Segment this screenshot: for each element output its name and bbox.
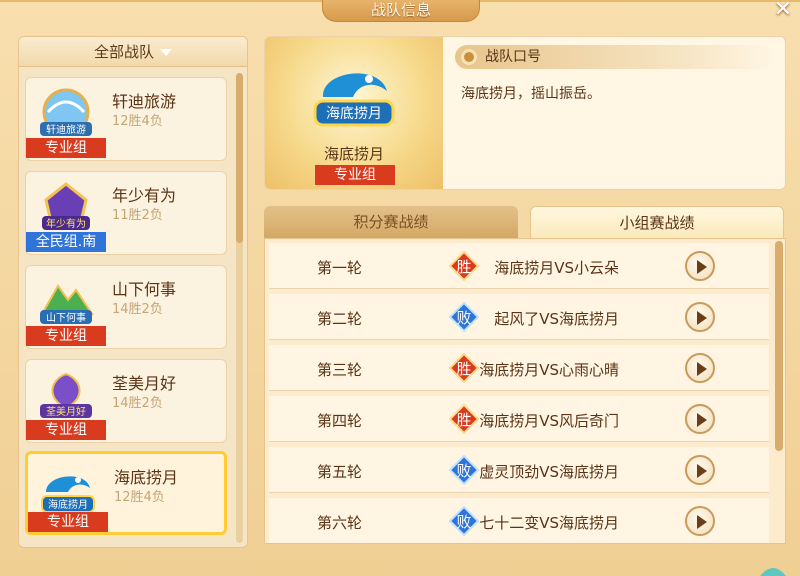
close-icon[interactable]: ✕	[772, 0, 794, 22]
spiral-icon	[461, 49, 477, 65]
svg-text:荃美月好: 荃美月好	[46, 405, 86, 418]
selected-team-panel: 海底捞月 海底捞月 专业组 战队口号 海底捞月，摇山振岳。	[264, 36, 786, 190]
match-teams: 虚灵顶劲VS海底捞月	[479, 463, 619, 481]
match-list: 第一轮 胜 海底捞月VS小云朵 第二轮 败 起风了VS海底捞月 第三轮 胜 海底…	[264, 238, 786, 544]
group-tag: 专业组	[28, 512, 108, 532]
team-emblem-icon: 山下何事	[40, 284, 94, 324]
svg-text:败: 败	[456, 462, 471, 480]
team-name: 年少有为	[112, 186, 177, 205]
match-row: 第四轮 胜 海底捞月VS风后奇门	[269, 396, 769, 442]
team-card[interactable]: 荃美月好 荃美月好 14胜2负 专业组	[25, 359, 227, 443]
slogan-header: 战队口号	[455, 45, 775, 69]
svg-text:败: 败	[456, 513, 471, 531]
team-filter-dropdown[interactable]: 全部战队	[19, 37, 247, 67]
team-card[interactable]: 年少有为 年少有为 11胜2负 全民组.南	[25, 171, 227, 255]
loss-badge-icon: 败	[449, 455, 479, 485]
chevron-down-icon	[160, 49, 172, 56]
play-replay-button[interactable]	[685, 251, 715, 281]
match-row: 第五轮 败 虚灵顶劲VS海底捞月	[269, 447, 769, 493]
team-info-window: 战队信息 ✕ 全部战队 轩迪旅游 轩迪旅游 12胜4负 专业组 年少有为 年少有…	[0, 0, 800, 576]
group-tag: 全民组.南	[26, 232, 106, 252]
team-card[interactable]: 山下何事 山下何事 14胜2负 专业组	[25, 265, 227, 349]
team-record: 14胜2负	[112, 302, 163, 317]
match-row: 第六轮 败 七十二变VS海底捞月	[269, 498, 769, 543]
tab-group-match-record[interactable]: 小组赛战绩	[530, 206, 784, 238]
svg-text:年少有为: 年少有为	[46, 217, 86, 230]
match-row: 第二轮 败 起风了VS海底捞月	[269, 294, 769, 340]
group-tag: 专业组	[26, 138, 106, 158]
svg-text:胜: 胜	[456, 258, 471, 276]
slogan-title: 战队口号	[485, 49, 541, 65]
team-record: 11胜2负	[112, 208, 163, 223]
match-round: 第五轮	[317, 463, 363, 481]
group-tag: 专业组	[26, 326, 106, 346]
group-tag: 专业组	[26, 420, 106, 440]
play-replay-button[interactable]	[685, 506, 715, 536]
corner-decoration-icon	[760, 568, 786, 576]
loss-badge-icon: 败	[449, 506, 479, 536]
match-row: 第一轮 胜 海底捞月VS小云朵	[269, 243, 769, 289]
match-round: 第一轮	[317, 259, 363, 277]
team-filter-label: 全部战队	[93, 43, 154, 61]
match-round: 第六轮	[317, 514, 363, 532]
team-card[interactable]: 轩迪旅游 轩迪旅游 12胜4负 专业组	[25, 77, 227, 161]
team-list-scroll-thumb[interactable]	[236, 73, 243, 243]
team-card-selected[interactable]: 海底捞月 海底捞月 12胜4负 专业组	[25, 451, 227, 535]
play-replay-button[interactable]	[685, 404, 715, 434]
match-round: 第三轮	[317, 361, 363, 379]
team-record: 14胜2负	[112, 396, 163, 411]
svg-text:轩迪旅游: 轩迪旅游	[46, 123, 86, 136]
team-emblem-icon: 年少有为	[42, 182, 90, 230]
team-name: 海底捞月	[114, 468, 179, 487]
team-record: 12胜4负	[114, 490, 165, 505]
match-teams: 海底捞月VS风后奇门	[479, 412, 619, 430]
window-title: 战队信息	[322, 0, 480, 22]
tab-points-match-record[interactable]: 积分赛战绩	[264, 206, 518, 238]
team-list-scrollbar[interactable]	[236, 73, 243, 543]
play-replay-button[interactable]	[685, 353, 715, 383]
win-badge-icon: 胜	[449, 353, 479, 383]
match-row: 第三轮 胜 海底捞月VS心雨心晴	[269, 345, 769, 391]
loss-badge-icon: 败	[449, 302, 479, 332]
team-name: 山下何事	[112, 280, 177, 299]
match-teams: 起风了VS海底捞月	[494, 310, 619, 328]
svg-text:海底捞月: 海底捞月	[48, 498, 88, 511]
win-badge-icon: 胜	[449, 404, 479, 434]
svg-text:胜: 胜	[456, 360, 471, 378]
match-round: 第四轮	[317, 412, 363, 430]
team-name: 轩迪旅游	[112, 92, 177, 111]
match-teams: 海底捞月VS小云朵	[494, 259, 619, 277]
svg-text:海底捞月: 海底捞月	[326, 106, 382, 122]
selected-team-name: 海底捞月	[323, 145, 384, 163]
team-record: 12胜4负	[112, 114, 163, 129]
team-emblem-icon: 轩迪旅游	[40, 88, 92, 136]
svg-text:山下何事: 山下何事	[46, 311, 86, 324]
svg-text:败: 败	[456, 309, 471, 327]
match-list-scrollbar[interactable]	[775, 241, 783, 451]
team-emblem-icon: 荃美月好	[40, 372, 92, 418]
match-teams: 七十二变VS海底捞月	[479, 514, 619, 532]
play-replay-button[interactable]	[685, 455, 715, 485]
selected-team-group-tag: 专业组	[315, 165, 395, 185]
win-badge-icon: 胜	[449, 251, 479, 281]
team-name: 荃美月好	[112, 374, 177, 393]
play-replay-button[interactable]	[685, 302, 715, 332]
selected-team-emblem-icon: 海底捞月	[313, 73, 395, 127]
svg-text:胜: 胜	[456, 411, 471, 429]
match-teams: 海底捞月VS心雨心晴	[479, 361, 619, 379]
team-list-panel: 全部战队 轩迪旅游 轩迪旅游 12胜4负 专业组 年少有为 年少有为 11胜2负…	[18, 36, 248, 548]
selected-team-banner: 海底捞月 海底捞月 专业组	[265, 37, 443, 189]
match-round: 第二轮	[317, 310, 363, 328]
team-slogan: 海底捞月，摇山振岳。	[461, 86, 601, 102]
